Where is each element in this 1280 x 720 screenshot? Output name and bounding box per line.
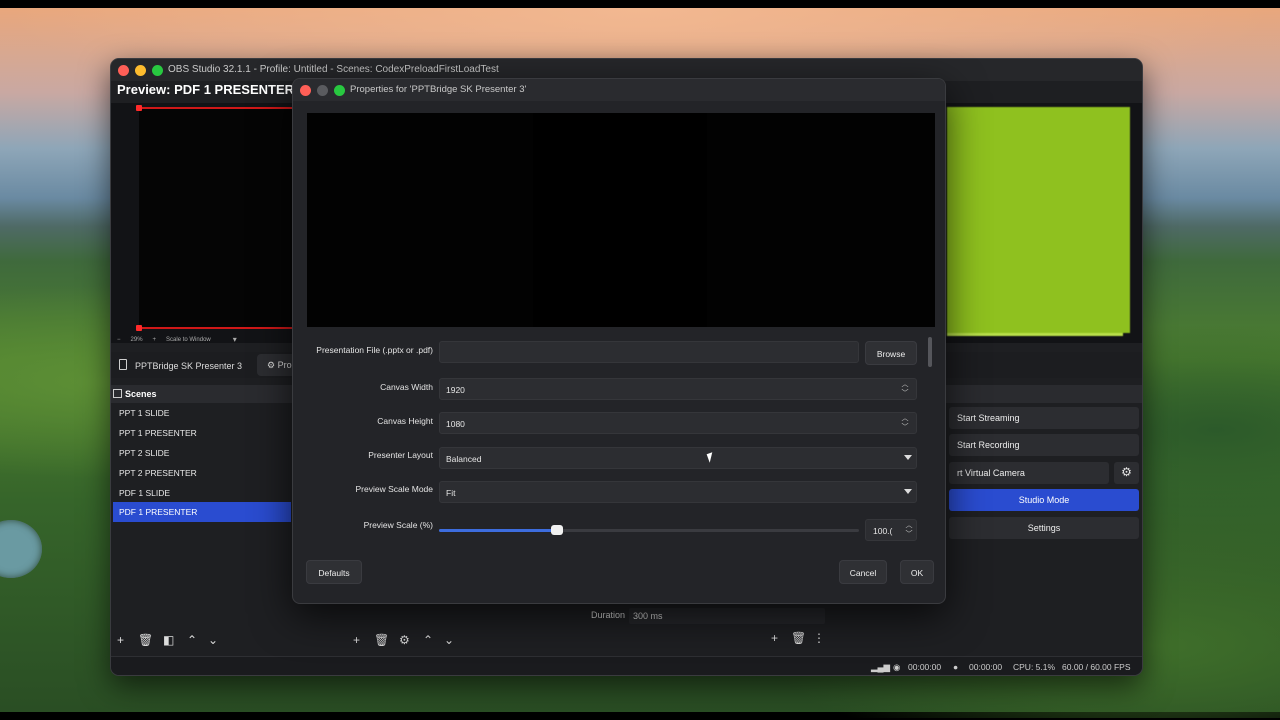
studio-mode-button[interactable]: Studio Mode	[949, 489, 1139, 511]
preview-scale-mode-select[interactable]: Fit	[439, 481, 917, 503]
canvas-height-field[interactable]: 1080 ︿ ﹀	[439, 412, 917, 434]
duration-label: Duration	[591, 610, 626, 620]
source-move-down-icon[interactable]: ⌄	[444, 633, 454, 647]
cpu-usage: CPU: 5.1%	[1013, 662, 1056, 672]
program-canvas	[947, 107, 1130, 336]
duration-field[interactable]: 300 ms	[629, 608, 825, 624]
preview-scale-slider[interactable]	[439, 525, 859, 535]
selection-handle[interactable]	[136, 325, 142, 331]
chevron-down-icon	[904, 455, 912, 460]
preview-zoom-bar: − 29% + Scale to Window ▾	[117, 335, 237, 344]
close-window-button[interactable]	[118, 65, 129, 76]
add-scene-icon[interactable]: +	[117, 633, 124, 647]
presenter-layout-label: Presenter Layout	[368, 450, 433, 460]
stream-time: 00:00:00	[908, 662, 942, 672]
canvas-width-label: Canvas Width	[380, 382, 433, 392]
chevron-down-icon	[904, 489, 912, 494]
network-icon: ▂▄▆	[871, 662, 891, 672]
presenter-layout-select[interactable]: Balanced	[439, 447, 917, 469]
source-name: PPTBridge SK Presenter 3	[135, 361, 243, 371]
defaults-button[interactable]: Defaults	[306, 560, 362, 584]
start-recording-button[interactable]: Start Recording	[949, 434, 1139, 456]
record-icon: ●	[953, 662, 959, 672]
add-transition-icon[interactable]: +	[771, 631, 778, 645]
cancel-button[interactable]: Cancel	[839, 560, 887, 584]
remove-scene-icon[interactable]: 🗑	[138, 633, 153, 647]
preview-title: Preview: PDF 1 PRESENTER	[117, 82, 294, 97]
spin-arrows-icon[interactable]: ︿ ﹀	[904, 521, 914, 539]
stream-icon: ◉	[893, 662, 901, 672]
selection-handle[interactable]	[136, 105, 142, 111]
dialog-title-bar[interactable]: Properties for 'PPTBridge SK Presenter 3…	[293, 79, 945, 101]
source-properties-icon[interactable]: ⚙	[399, 633, 410, 647]
scene-item[interactable]: PPT 2 SLIDE	[113, 443, 291, 463]
dialog-zoom-button[interactable]	[334, 85, 345, 96]
preview-block	[533, 113, 707, 327]
scene-item-selected[interactable]: PDF 1 PRESENTER	[113, 502, 291, 522]
start-streaming-button[interactable]: Start Streaming	[949, 407, 1139, 429]
canvas-height-label: Canvas Height	[377, 416, 433, 426]
scene-filters-icon[interactable]: ◧	[163, 633, 174, 647]
move-down-icon[interactable]: ⌄	[208, 633, 218, 647]
virtual-camera-settings-icon[interactable]: ⚙	[1114, 462, 1139, 484]
program-canvas-bar	[947, 333, 1123, 336]
record-time: 00:00:00	[969, 662, 1003, 672]
browse-button[interactable]: Browse	[865, 341, 917, 365]
presentation-file-input[interactable]	[439, 341, 859, 363]
transition-duration: Duration 300 ms	[587, 604, 827, 628]
slider-fill	[439, 529, 557, 532]
settings-button[interactable]: Settings	[949, 517, 1139, 539]
chevron-down-icon[interactable]: ▾	[233, 335, 237, 344]
zoom-level: 29%	[130, 336, 143, 343]
zoom-window-button[interactable]	[152, 65, 163, 76]
dialog-title: Properties for 'PPTBridge SK Presenter 3…	[350, 84, 527, 95]
virtual-camera-button[interactable]: rt Virtual Camera	[949, 462, 1109, 484]
transition-menu-icon[interactable]: ⋮	[813, 631, 825, 645]
zoom-in-icon[interactable]: +	[153, 337, 157, 343]
dock-icon	[113, 389, 122, 398]
scenes-header: Scenes	[125, 389, 157, 399]
dialog-minimize-button	[317, 85, 328, 96]
slider-handle[interactable]	[550, 525, 563, 535]
remove-transition-icon[interactable]: 🗑	[791, 631, 806, 645]
ok-button[interactable]: OK	[900, 560, 934, 584]
scale-mode-label[interactable]: Scale to Window	[166, 337, 211, 343]
dialog-close-button[interactable]	[300, 85, 311, 96]
presenter-layout-value: Balanced	[446, 454, 482, 464]
spin-arrows-icon[interactable]: ︿ ﹀	[900, 414, 910, 432]
canvas-width-value: 1920	[446, 385, 465, 395]
fps-readout: 60.00 / 60.00 FPS	[1062, 662, 1131, 672]
dialog-scrollbar[interactable]	[928, 337, 932, 367]
zoom-out-icon[interactable]: −	[117, 337, 121, 343]
dialog-source-preview	[307, 113, 935, 327]
canvas-width-field[interactable]: 1920 ︿ ﹀	[439, 378, 917, 400]
minimize-window-button[interactable]	[135, 65, 146, 76]
remove-source-icon[interactable]: 🗑	[374, 633, 389, 647]
file-icon	[119, 359, 127, 370]
scene-item[interactable]: PPT 2 PRESENTER	[113, 463, 291, 483]
spin-arrows-icon[interactable]: ︿ ﹀	[900, 380, 910, 398]
move-up-icon[interactable]: ⌃	[187, 633, 197, 647]
preview-scale-field[interactable]: 100.( ︿ ﹀	[865, 519, 917, 541]
scene-item[interactable]: PDF 1 SLIDE	[113, 483, 291, 503]
properties-dialog: Properties for 'PPTBridge SK Presenter 3…	[292, 78, 946, 604]
duration-value: 300 ms	[633, 611, 663, 621]
preview-canvas[interactable]	[136, 105, 299, 331]
screen: OBS Studio 32.1.1 - Profile: Untitled - …	[0, 0, 1280, 720]
preview-scale-value: 100.(	[873, 526, 893, 536]
presentation-file-label: Presentation File (.pptx or .pdf)	[316, 345, 433, 355]
add-source-icon[interactable]: +	[353, 633, 360, 647]
scene-item[interactable]: PPT 1 SLIDE	[113, 403, 291, 423]
preview-scale-label: Preview Scale (%)	[363, 520, 433, 530]
canvas-height-value: 1080	[446, 419, 465, 429]
window-title: OBS Studio 32.1.1 - Profile: Untitled - …	[168, 64, 499, 75]
source-move-up-icon[interactable]: ⌃	[423, 633, 433, 647]
gear-icon: ⚙	[267, 360, 276, 370]
preview-scale-mode-value: Fit	[446, 488, 456, 498]
preview-scale-mode-label: Preview Scale Mode	[355, 484, 433, 494]
status-bar: ▂▄▆ ◉ 00:00:00 ● 00:00:00 CPU: 5.1% 60.0…	[111, 656, 1142, 675]
scene-item[interactable]: PPT 1 PRESENTER	[113, 423, 291, 443]
